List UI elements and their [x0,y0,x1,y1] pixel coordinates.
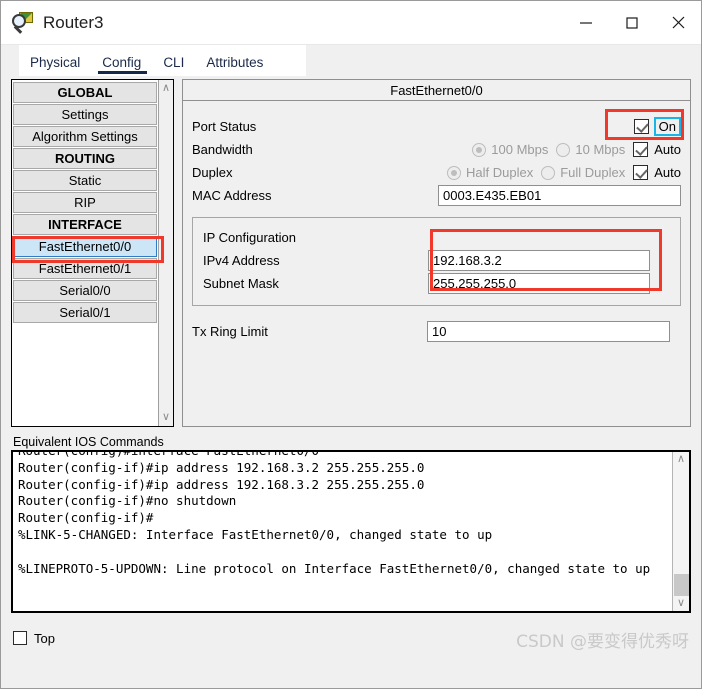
duplex-auto-label: Auto [654,165,681,180]
scroll-down-icon[interactable]: ∨ [162,412,170,423]
duplex-full-label: Full Duplex [560,165,626,180]
sidebar-item-algorithm-settings[interactable]: Algorithm Settings [13,126,157,147]
duplex-radio-full[interactable] [541,165,556,180]
ip-configuration-group: IP Configuration IPv4 Address 192.168.3.… [192,217,681,306]
ios-commands-text[interactable]: Router(config)#interface FastEthernet0/0… [13,452,672,611]
port-status-value-label[interactable]: On [653,117,681,136]
sidebar-scrollbar[interactable]: ∧ ∨ [158,80,173,426]
duplex-row: Duplex Half Duplex Full Duplex Auto [192,161,681,184]
subnet-mask-input[interactable]: 255.255.255.0 [428,273,650,294]
maximize-button[interactable] [609,1,655,44]
bandwidth-10mbps-label: 10 Mbps [575,142,626,157]
bandwidth-radio-10mbps[interactable] [556,142,571,157]
sidebar-item-static[interactable]: Static [13,170,157,191]
sidebar-header-routing: ROUTING [13,148,157,169]
title-bar: Router3 [1,1,701,45]
scroll-up-icon[interactable]: ∧ [162,83,170,94]
interface-panel: FastEthernet0/0 Port Status On Bandwidth [182,79,691,427]
bandwidth-row: Bandwidth 100 Mbps 10 Mbps Auto [192,138,681,161]
bandwidth-radio-100mbps[interactable] [472,142,487,157]
footer-bar: Top CSDN @要变得优秀呀 [1,623,701,653]
tab-attributes[interactable]: Attributes [195,51,274,77]
router-config-window: Router3 Physical Config CLI Attributes G… [0,0,702,689]
bandwidth-label: Bandwidth [192,142,253,157]
subnet-mask-label: Subnet Mask [203,276,279,291]
sidebar-item-serial0-1[interactable]: Serial0/1 [13,302,157,323]
window-controls [563,1,701,44]
tab-config[interactable]: Config [91,51,152,77]
top-checkbox[interactable] [13,631,27,645]
top-label: Top [34,630,55,646]
console-scrollbar[interactable]: ∧ ∨ [672,452,689,611]
panel-title: FastEthernet0/0 [183,80,690,101]
ipv4-address-label: IPv4 Address [203,253,280,268]
ip-configuration-title: IP Configuration [203,230,296,245]
sidebar-item-serial0-0[interactable]: Serial0/0 [13,280,157,301]
config-content: GLOBAL Settings Algorithm Settings ROUTI… [1,79,701,613]
sidebar-item-fastethernet0-1[interactable]: FastEthernet0/1 [13,258,157,279]
bandwidth-100mbps-label: 100 Mbps [491,142,549,157]
mac-address-input[interactable]: 0003.E435.EB01 [438,185,681,206]
tab-cli[interactable]: CLI [152,51,195,77]
duplex-label: Duplex [192,165,233,180]
mac-address-row: MAC Address 0003.E435.EB01 [192,184,681,207]
duplex-radio-half[interactable] [447,165,462,180]
tab-bar: Physical Config CLI Attributes [1,45,701,76]
bandwidth-auto-label: Auto [654,142,681,157]
port-status-row: Port Status On [192,109,684,140]
sidebar-list: GLOBAL Settings Algorithm Settings ROUTI… [12,80,158,426]
duplex-half-label: Half Duplex [466,165,534,180]
window-title: Router3 [43,12,104,32]
console-scroll-down-icon[interactable]: ∨ [677,598,685,609]
config-sidebar: GLOBAL Settings Algorithm Settings ROUTI… [11,79,174,427]
tx-ring-limit-label: Tx Ring Limit [192,324,268,339]
sidebar-item-rip[interactable]: RIP [13,192,157,213]
port-status-checkbox[interactable] [633,119,649,134]
subnet-mask-row: Subnet Mask 255.255.255.0 [203,272,670,295]
bandwidth-auto-checkbox[interactable] [633,142,649,157]
duplex-auto-checkbox[interactable] [633,165,649,180]
ipv4-address-row: IPv4 Address 192.168.3.2 [203,249,670,272]
minimize-button[interactable] [563,1,609,44]
panel-body: Port Status On Bandwidth 100 Mbps 10 Mbp… [183,101,690,343]
watermark: CSDN @要变得优秀呀 [516,632,689,652]
tx-ring-limit-input[interactable]: 10 [427,321,670,342]
sidebar-item-settings[interactable]: Settings [13,104,157,125]
sidebar-header-interface: INTERFACE [13,214,157,235]
sidebar-item-fastethernet0-0[interactable]: FastEthernet0/0 [13,236,157,257]
sidebar-header-global: GLOBAL [13,82,157,103]
ios-commands-label: Equivalent IOS Commands [13,435,164,449]
ipv4-address-input[interactable]: 192.168.3.2 [428,250,650,271]
packet-tracer-icon [12,11,34,34]
console-scroll-thumb[interactable] [673,574,689,596]
ip-configuration-title-row: IP Configuration [203,226,670,249]
mac-address-label: MAC Address [192,188,272,203]
ios-commands-console: Router(config)#interface FastEthernet0/0… [11,450,691,613]
close-button[interactable] [655,1,701,44]
console-scroll-up-icon[interactable]: ∧ [677,454,685,465]
tx-ring-limit-row: Tx Ring Limit 10 [192,320,681,343]
tab-physical[interactable]: Physical [19,51,91,77]
port-status-label: Port Status [192,119,257,134]
